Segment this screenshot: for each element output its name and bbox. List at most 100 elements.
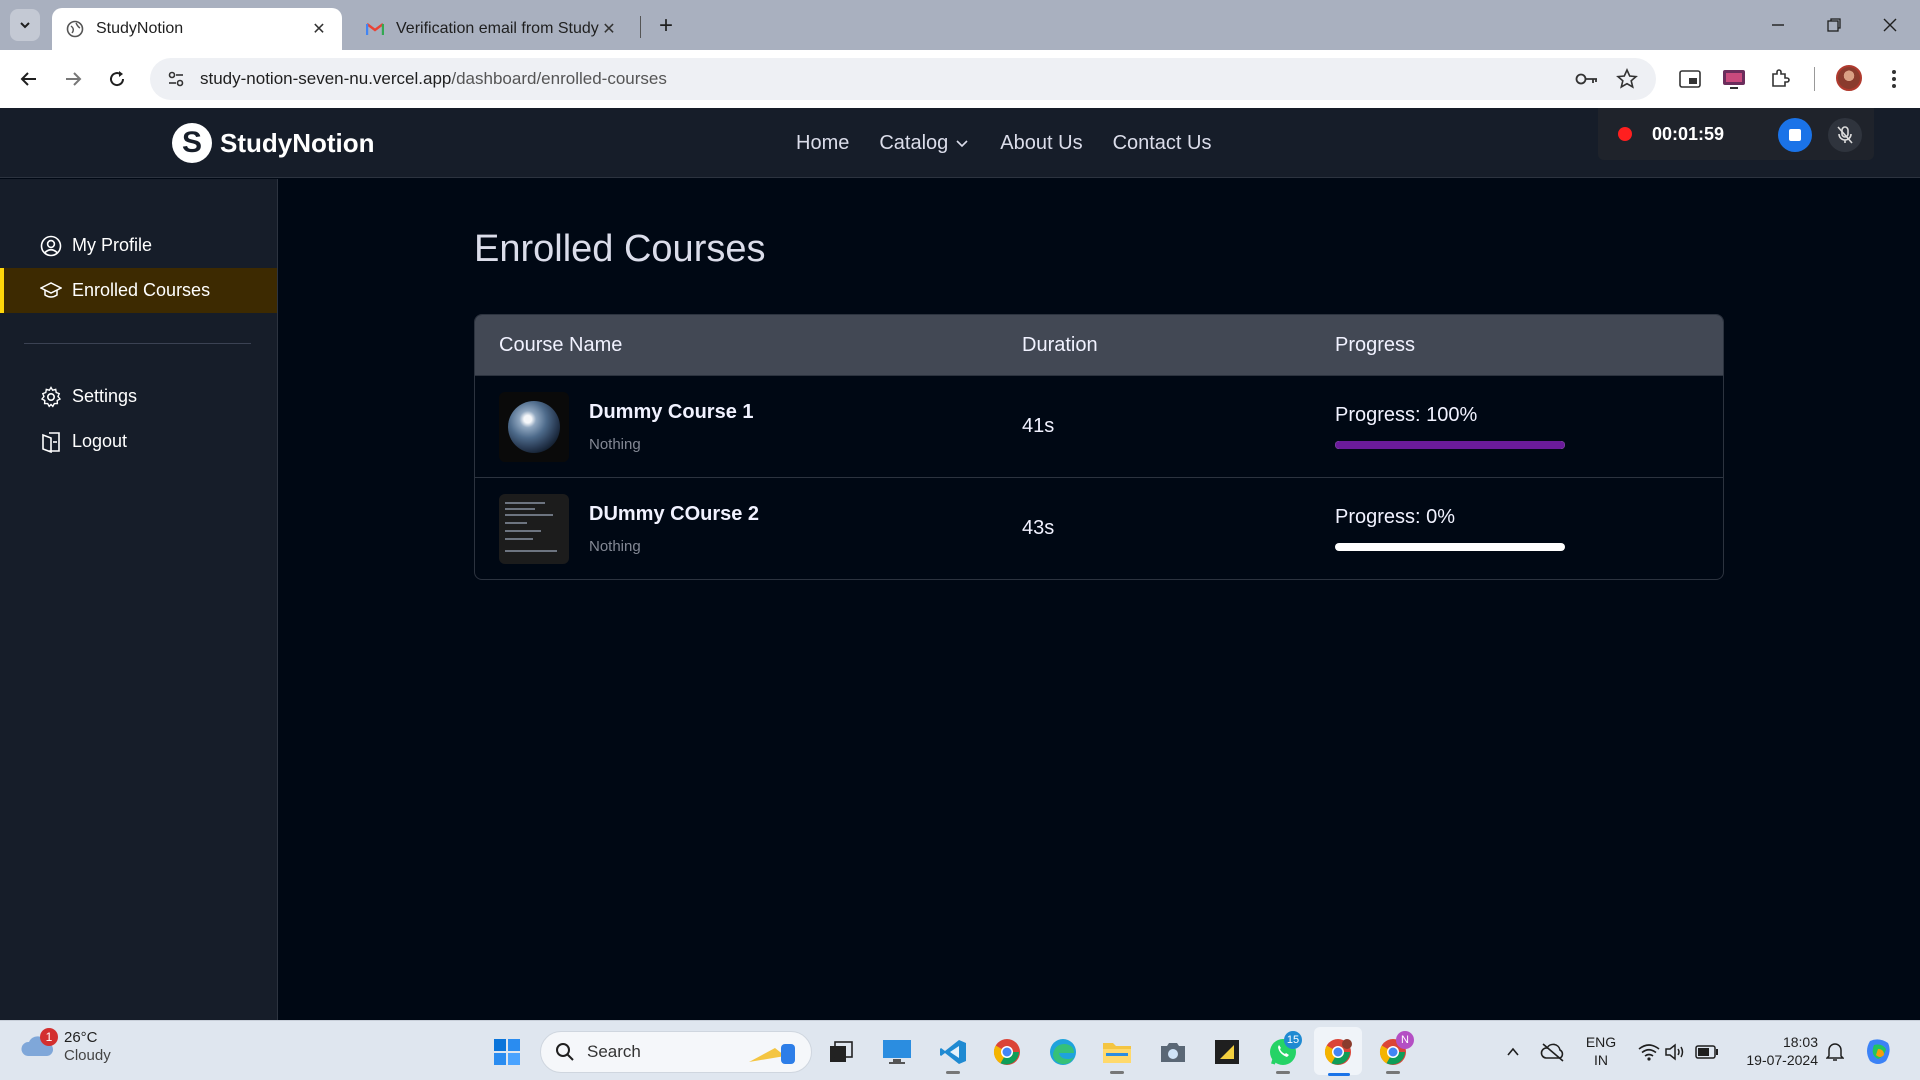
code-line — [505, 513, 553, 516]
edge-icon[interactable] — [1046, 1035, 1080, 1069]
stop-recording-button[interactable] — [1778, 118, 1812, 152]
search-icon — [555, 1042, 575, 1062]
mic-off-icon — [1837, 126, 1853, 144]
key-icon[interactable] — [1574, 66, 1600, 92]
chrome-icon[interactable] — [990, 1035, 1024, 1069]
user-circle-icon — [40, 235, 62, 257]
tab-search-button[interactable] — [10, 9, 40, 41]
stop-icon — [1789, 129, 1801, 141]
sidebar-item-enrolled-courses[interactable]: Enrolled Courses — [0, 268, 277, 313]
nav-home-label: Home — [796, 131, 850, 154]
course-info: DUmmy COurse 2 Nothing — [589, 503, 759, 555]
course-progress: Progress: 0% — [1335, 506, 1723, 551]
language-code: ENG — [1585, 1034, 1617, 1050]
reload-button[interactable] — [102, 64, 132, 94]
picture-in-picture-icon[interactable] — [1676, 65, 1704, 93]
tab-verification-email[interactable]: Verification email from StudyNotion ✕ — [352, 8, 632, 50]
vscode-icon[interactable] — [936, 1035, 970, 1069]
star-icon[interactable] — [1614, 66, 1640, 92]
enrolled-courses-table: Course Name Duration Progress Dummy Cour… — [474, 314, 1724, 580]
clock[interactable]: 18:03 19-07-2024 — [1734, 1033, 1818, 1069]
chevron-down-icon — [20, 22, 30, 29]
sidebar-item-my-profile[interactable]: My Profile — [0, 223, 277, 268]
course-progress: Progress: 100% — [1335, 404, 1723, 449]
volume-icon[interactable] — [1658, 1035, 1692, 1069]
progress-bar — [1335, 441, 1565, 449]
course-description: Nothing — [589, 435, 641, 453]
progress-label: Progress: 100% — [1335, 404, 1478, 426]
chrome-profile-icon[interactable] — [1321, 1035, 1355, 1069]
weather-temperature: 26°C — [64, 1029, 98, 1046]
active-app-indicator — [1328, 1073, 1350, 1076]
task-view-icon[interactable] — [824, 1035, 858, 1069]
mute-mic-button[interactable] — [1828, 118, 1862, 152]
windows-start-icon[interactable] — [490, 1035, 524, 1069]
sidebar-item-logout[interactable]: Logout — [0, 419, 277, 464]
close-window-button[interactable] — [1870, 10, 1910, 40]
camera-icon[interactable] — [1156, 1035, 1190, 1069]
table-row[interactable]: DUmmy COurse 2 Nothing 43s Progress: 0% — [475, 477, 1723, 579]
search-placeholder: Search — [587, 1042, 641, 1061]
gear-icon — [40, 385, 62, 408]
logo-text: StudyNotion — [220, 127, 375, 158]
address-bar[interactable]: study-notion-seven-nu.vercel.app/dashboa… — [150, 58, 1656, 100]
site-settings-icon[interactable] — [164, 67, 188, 91]
url-text: study-notion-seven-nu.vercel.app/dashboa… — [200, 69, 667, 89]
file-explorer-icon[interactable] — [1100, 1035, 1134, 1069]
copilot-icon[interactable] — [1862, 1035, 1896, 1069]
tab-title: Verification email from StudyNotion — [396, 20, 600, 37]
profile-avatar[interactable] — [1836, 65, 1862, 91]
extensions-puzzle-icon[interactable] — [1766, 65, 1794, 93]
close-icon[interactable]: ✕ — [600, 20, 618, 38]
restore-button[interactable] — [1814, 10, 1854, 40]
nav-about-us[interactable]: About Us — [1000, 132, 1082, 155]
course-cell[interactable]: Dummy Course 1 Nothing — [475, 391, 1022, 462]
course-name: Dummy Course 1 — [589, 400, 754, 423]
close-icon[interactable]: ✕ — [310, 20, 328, 38]
earth-image — [508, 400, 560, 453]
minimize-button[interactable] — [1758, 10, 1798, 40]
kebab-menu-icon[interactable] — [1880, 65, 1908, 93]
recording-dot-icon — [1618, 127, 1632, 141]
code-line — [505, 537, 533, 540]
course-duration: 43s — [1022, 517, 1055, 539]
tab-studynotion[interactable]: StudyNotion ✕ — [52, 8, 342, 50]
sidebar-item-label: Settings — [72, 386, 138, 406]
onedrive-off-icon[interactable] — [1536, 1035, 1570, 1069]
table-row[interactable]: Dummy Course 1 Nothing 41s Progress: 100… — [475, 375, 1723, 477]
weather-widget[interactable]: 1 26°C Cloudy — [20, 1028, 111, 1065]
arrow-left-icon — [20, 72, 36, 86]
graduation-cap-icon — [40, 280, 62, 302]
taskbar-search-box[interactable]: Search — [540, 1031, 812, 1073]
tab-separator — [640, 16, 641, 38]
nav-contact-us[interactable]: Contact Us — [1113, 132, 1212, 155]
site-logo[interactable]: S StudyNotion — [172, 123, 375, 163]
app-running-indicator — [1276, 1071, 1290, 1074]
nav-home[interactable]: Home — [796, 132, 849, 155]
language-indicator[interactable]: ENG IN — [1582, 1033, 1620, 1069]
weather-badge: 1 — [40, 1028, 58, 1046]
chevron-up-icon[interactable] — [1496, 1035, 1530, 1069]
forward-button[interactable] — [58, 64, 88, 94]
nav-contact-label: Contact Us — [1112, 131, 1212, 154]
browser-toolbar: study-notion-seven-nu.vercel.app/dashboa… — [0, 50, 1920, 108]
screen-recorder-extension-icon[interactable] — [1720, 65, 1748, 93]
back-button[interactable] — [14, 64, 44, 94]
desktop-icon[interactable] — [880, 1035, 914, 1069]
sidebar-item-label: My Profile — [72, 235, 153, 255]
sticky-notes-icon[interactable] — [1210, 1035, 1244, 1069]
chrome-profile-badge: N — [1396, 1031, 1414, 1049]
progress-bar-fill — [1335, 441, 1565, 449]
recording-widget: 00:01:59 — [1598, 108, 1874, 160]
code-line — [505, 549, 557, 552]
battery-icon[interactable] — [1690, 1035, 1724, 1069]
new-tab-button[interactable]: + — [652, 12, 680, 40]
course-cell[interactable]: DUmmy COurse 2 Nothing — [475, 493, 1022, 564]
notification-bell-icon[interactable] — [1818, 1035, 1852, 1069]
reload-icon — [110, 71, 125, 87]
course-duration: 41s — [1022, 415, 1055, 437]
course-name: DUmmy COurse 2 — [589, 502, 760, 525]
sidebar-item-settings[interactable]: Settings — [0, 374, 277, 419]
nav-catalog[interactable]: Catalog — [879, 132, 970, 155]
gmail-icon — [366, 20, 384, 38]
